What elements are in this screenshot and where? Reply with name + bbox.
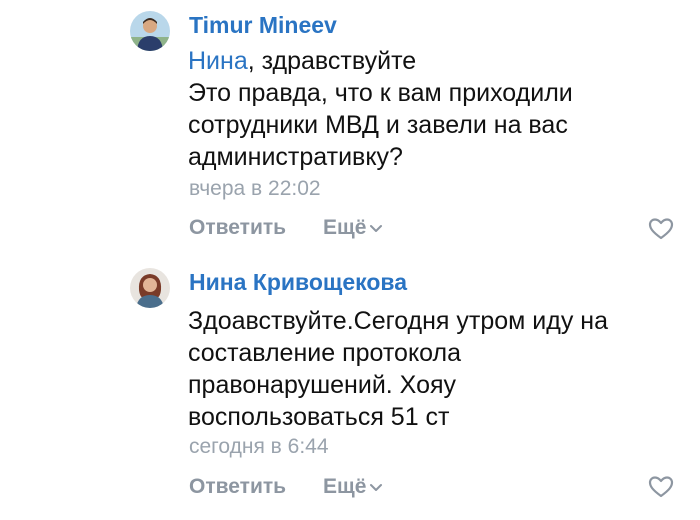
comment-line: правонарушений. Хояу [188, 371, 457, 399]
comment-line: Здоавствуйте.Сегодня утром иду на [188, 307, 609, 335]
chevron-down-icon [370, 484, 383, 491]
more-label: Ещё [323, 475, 367, 498]
more-button[interactable]: Ещё [323, 474, 383, 500]
comment-author[interactable]: Нина Кривощекова [189, 268, 407, 296]
comment: Нина Кривощекова Здоавствуйте.Сегодня ут… [0, 0, 700, 520]
heart-outline-icon[interactable] [648, 474, 674, 500]
comment-line: воспользоваться 51 ст [188, 403, 450, 431]
avatar[interactable] [130, 268, 170, 308]
reply-button[interactable]: Ответить [189, 474, 286, 500]
comment-timestamp[interactable]: сегодня в 6:44 [189, 434, 329, 460]
comment-text: Здоавствуйте.Сегодня утром иду на состав… [188, 305, 688, 433]
comment-line: составление протокола [188, 339, 462, 367]
avatar-photo-icon [130, 268, 170, 308]
